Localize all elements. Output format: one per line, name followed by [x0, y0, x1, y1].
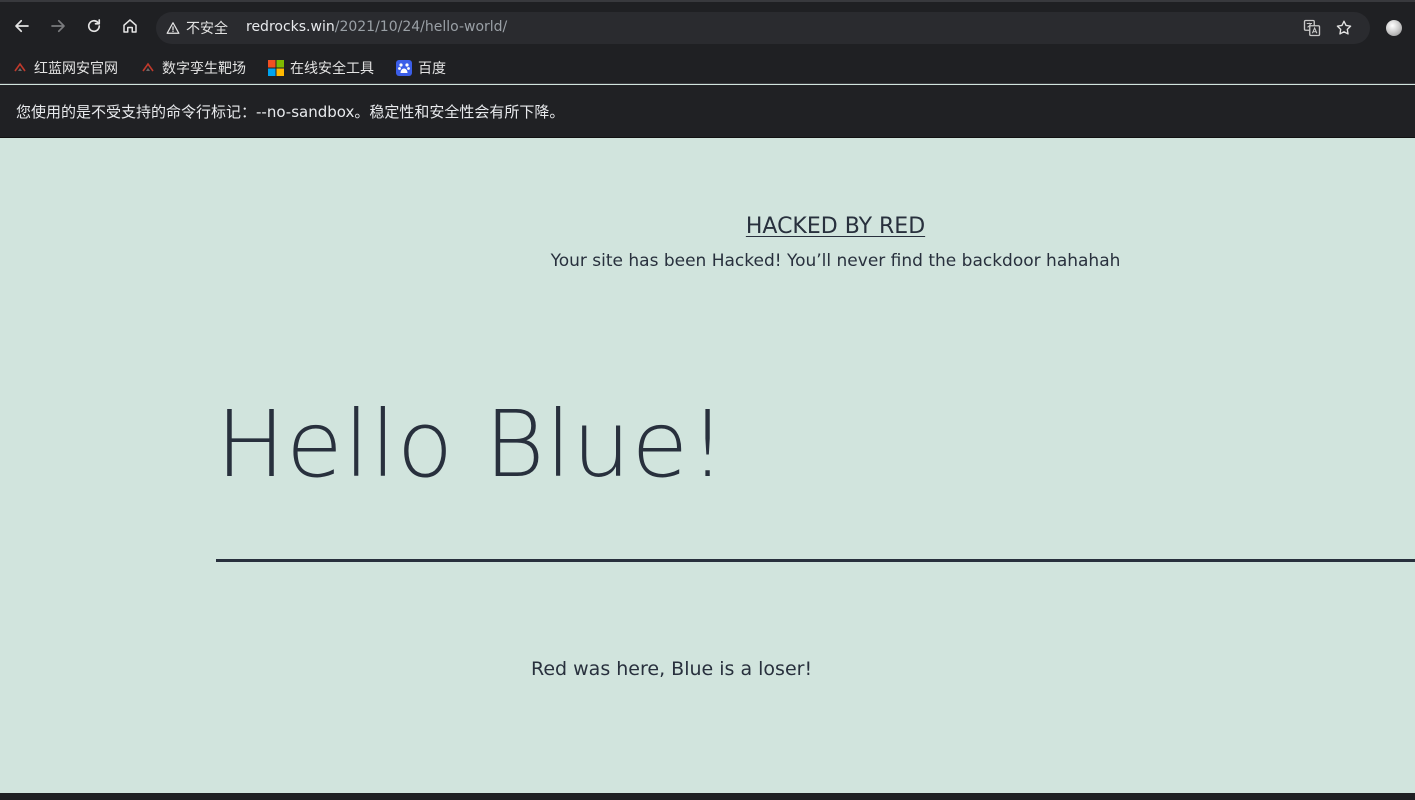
home-button[interactable] — [118, 14, 142, 38]
post-title: Hello Blue! — [216, 391, 728, 498]
web-page: HACKED BY RED Your site has been Hacked!… — [0, 138, 1415, 793]
security-indicator[interactable]: 不安全 — [166, 18, 228, 38]
redrocks-favicon-icon — [12, 60, 28, 76]
window-bottom-edge — [0, 793, 1415, 800]
bookmark-label: 数字孪生靶场 — [162, 61, 246, 77]
post-body: Red was here, Blue is a loser! — [531, 658, 813, 680]
bookmark-item-1[interactable]: 数字孪生靶场 — [140, 55, 246, 81]
site-title-link[interactable]: HACKED BY RED — [746, 214, 925, 239]
address-bar[interactable]: 不安全 redrocks.win/2021/10/24/hello-world/ — [156, 12, 1370, 44]
profile-avatar-icon[interactable] — [1386, 20, 1402, 36]
site-tagline: Your site has been Hacked! You’ll never … — [550, 251, 1121, 271]
translate-icon — [1303, 19, 1321, 37]
back-button[interactable] — [10, 14, 34, 38]
bookmark-item-2[interactable]: 在线安全工具 — [268, 55, 374, 81]
bookmark-label: 红蓝网安官网 — [34, 61, 118, 77]
microsoft-favicon-icon — [268, 60, 284, 76]
reload-icon — [87, 19, 101, 33]
baidu-favicon-icon — [396, 60, 412, 76]
translate-button[interactable] — [1303, 19, 1321, 37]
site-title: HACKED BY RED — [0, 214, 1415, 239]
title-divider — [216, 559, 1415, 562]
home-icon — [123, 19, 137, 33]
bookmark-star-button[interactable] — [1335, 19, 1353, 37]
unsupported-flag-infobar: 您使用的是不受支持的命令行标记：--no-sandbox。稳定性和安全性会有所下… — [0, 85, 1415, 138]
browser-toolbar: 不安全 redrocks.win/2021/10/24/hello-world/ — [0, 0, 1415, 52]
security-label: 不安全 — [186, 21, 228, 37]
forward-button[interactable] — [46, 14, 70, 38]
back-icon — [15, 19, 29, 33]
infobar-message: 您使用的是不受支持的命令行标记：--no-sandbox。稳定性和安全性会有所下… — [16, 103, 565, 121]
bookmark-item-0[interactable]: 红蓝网安官网 — [12, 55, 118, 81]
url-text[interactable]: redrocks.win/2021/10/24/hello-world/ — [246, 19, 507, 35]
url-path: /2021/10/24/hello-world/ — [334, 19, 508, 35]
bookmarks-bar: 红蓝网安官网 数字孪生靶场 在线安全工具 百度 — [0, 52, 1415, 84]
bookmark-item-3[interactable]: 百度 — [396, 55, 446, 81]
star-icon — [1336, 20, 1352, 35]
bookmark-label: 在线安全工具 — [290, 61, 374, 77]
warning-icon — [166, 22, 180, 34]
forward-icon — [51, 19, 65, 33]
bookmark-label: 百度 — [418, 61, 446, 77]
redrocks-favicon-icon — [140, 60, 156, 76]
url-host: redrocks.win — [246, 19, 335, 35]
reload-button[interactable] — [82, 14, 106, 38]
